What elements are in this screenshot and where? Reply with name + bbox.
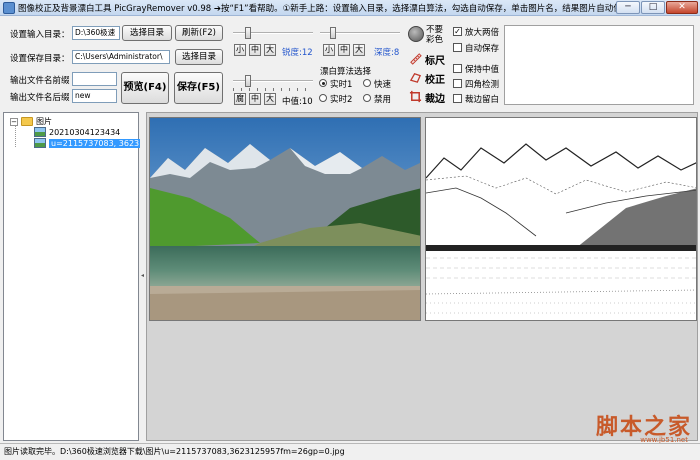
window-controls: ─ □ ✕ <box>616 1 698 14</box>
slider-ticks <box>233 88 313 91</box>
slider-thumb[interactable] <box>330 27 336 39</box>
erode-button[interactable]: 腐 <box>234 93 246 105</box>
title-bar: 图像校正及背景漂白工具 PicGrayRemover v0.98 ➔按“F1”看… <box>0 0 700 16</box>
depth-medium-button[interactable]: 中 <box>338 44 350 56</box>
tree-item[interactable]: 20210304123434 <box>34 127 120 137</box>
algorithm-label-fast: 快速 <box>374 80 392 90</box>
close-button[interactable]: ✕ <box>666 1 698 14</box>
median-slider[interactable] <box>233 74 313 91</box>
autosave-checkbox[interactable] <box>453 43 462 52</box>
maximize-button[interactable]: □ <box>641 1 665 14</box>
corner-detect-label: 四角检测 <box>465 80 500 90</box>
sharpness-slider[interactable] <box>233 26 313 40</box>
correct-icon[interactable] <box>409 71 422 84</box>
refresh-button[interactable]: 刷新(F2) <box>175 25 223 41</box>
bleached-photo <box>426 118 696 320</box>
tree-item-label: 20210304123434 <box>49 127 121 137</box>
original-image[interactable] <box>149 117 421 321</box>
algorithm-radio-realtime1[interactable] <box>319 79 327 87</box>
depth-small-button[interactable]: 小 <box>323 44 335 56</box>
folder-icon <box>21 117 33 126</box>
sharpness-value: 锐度:12 <box>282 48 313 58</box>
correct-label[interactable]: 校正 <box>425 71 445 86</box>
collapse-icon[interactable]: − <box>10 117 18 126</box>
input-dir-label: 设置输入目录： <box>10 30 70 40</box>
no-color-label[interactable]: 不要 彩色 <box>426 25 450 45</box>
crop-margin-label: 裁边留白 <box>465 95 500 105</box>
output-dir-field[interactable]: C:\Users\Administrator\ <box>72 50 170 64</box>
tree-root[interactable]: − 图片 <box>10 116 52 127</box>
ruler-icon[interactable] <box>409 52 422 65</box>
depth-large-button[interactable]: 大 <box>353 44 365 56</box>
median-medium-button[interactable]: 中 <box>249 93 261 105</box>
status-text: 图片读取完毕。D:\360极速浏览器下载\图片\u=2115737083,362… <box>4 447 345 456</box>
algorithm-title: 漂白算法选择 <box>320 67 372 77</box>
crop-margin-checkbox[interactable] <box>453 94 462 103</box>
image-file-icon <box>34 127 46 137</box>
crop-label[interactable]: 裁边 <box>425 90 445 105</box>
crop-icon[interactable] <box>409 90 422 103</box>
suffix-field[interactable]: new <box>72 89 117 103</box>
zoom2x-label: 放大两倍 <box>465 28 500 38</box>
ruler-label[interactable]: 标尺 <box>425 52 445 67</box>
algorithm-radio-disable[interactable] <box>363 94 371 102</box>
minimize-button[interactable]: ─ <box>616 1 640 14</box>
select-output-dir-button[interactable]: 选择目录 <box>175 49 223 65</box>
keep-median-label: 保持中值 <box>465 65 500 75</box>
algorithm-label-realtime2: 实时2 <box>330 95 353 105</box>
landscape-photo <box>150 118 420 320</box>
file-tree[interactable]: − 图片 20210304123434 u=2115737083, 362312… <box>3 112 172 441</box>
input-dir-field[interactable]: D:\360极速 <box>72 26 120 40</box>
slider-thumb[interactable] <box>245 75 251 87</box>
suffix-label: 输出文件名后缀 <box>10 93 70 103</box>
sharpness-small-button[interactable]: 小 <box>234 44 246 56</box>
image-file-icon <box>34 138 46 148</box>
window-title: 图像校正及背景漂白工具 PicGrayRemover v0.98 ➔按“F1”看… <box>18 3 618 14</box>
toolbar: 设置输入目录： D:\360极速 选择目录 刷新(F2) 设置保存目录： C:\… <box>0 17 700 109</box>
slider-thumb[interactable] <box>245 27 251 39</box>
app-icon <box>3 1 15 14</box>
save-button[interactable]: 保存(F5) <box>174 72 223 104</box>
image-viewer <box>146 112 698 441</box>
algorithm-label-realtime1: 实时1 <box>330 80 353 90</box>
select-input-dir-button[interactable]: 选择目录 <box>122 25 172 41</box>
algorithm-radio-realtime2[interactable] <box>319 94 327 102</box>
tree-root-label: 图片 <box>36 117 52 126</box>
splitter-grip-icon: ◂ <box>141 272 145 279</box>
median-large-button[interactable]: 大 <box>264 93 276 105</box>
autosave-label: 自动保存 <box>465 44 500 54</box>
sharpness-large-button[interactable]: 大 <box>264 44 276 56</box>
depth-value: 深度:8 <box>374 48 400 58</box>
zoom2x-checkbox[interactable]: ✓ <box>453 27 462 36</box>
no-color-icon[interactable] <box>408 26 424 42</box>
corner-detect-checkbox[interactable] <box>453 79 462 88</box>
prefix-label: 输出文件名前缀 <box>10 76 70 86</box>
status-bar: 图片读取完毕。D:\360极速浏览器下载\图片\u=2115737083,362… <box>0 443 700 460</box>
algorithm-radio-fast[interactable] <box>363 79 371 87</box>
algorithm-label-disable: 禁用 <box>374 95 392 105</box>
output-dir-label: 设置保存目录： <box>10 54 70 64</box>
keep-median-checkbox[interactable] <box>453 64 462 73</box>
preview-button[interactable]: 预览(F4) <box>121 72 169 104</box>
thumbnail-preview <box>504 25 694 105</box>
median-value: 中值:10 <box>282 97 313 107</box>
prefix-field[interactable] <box>72 72 117 86</box>
depth-slider[interactable] <box>320 26 400 40</box>
tree-line <box>15 125 16 147</box>
processed-image[interactable] <box>425 117 697 321</box>
sharpness-medium-button[interactable]: 中 <box>249 44 261 56</box>
